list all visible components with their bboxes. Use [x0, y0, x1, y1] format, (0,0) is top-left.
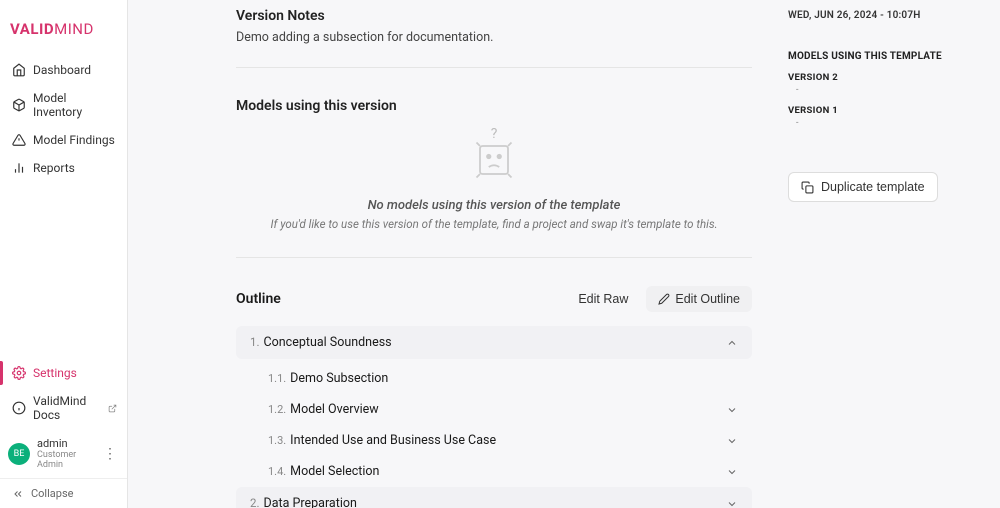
primary-nav: Dashboard Model Inventory Model Findings… — [0, 56, 127, 359]
nav-dashboard-label: Dashboard — [33, 63, 91, 77]
version-2-value: - — [788, 85, 982, 95]
nav-settings[interactable]: Settings — [0, 359, 127, 387]
edit-raw-button[interactable]: Edit Raw — [570, 286, 636, 312]
divider — [236, 257, 752, 258]
right-panel: WED, JUN 26, 2024 - 10:07H MODELS USING … — [782, 0, 1000, 508]
outline-item-data-preparation[interactable]: 2.Data Preparation — [236, 487, 752, 508]
version-notes-title: Version Notes — [236, 0, 752, 24]
chevron-down-icon — [726, 466, 738, 478]
duplicate-template-label: Duplicate template — [821, 180, 925, 194]
nav-docs[interactable]: ValidMind Docs — [0, 387, 127, 429]
version-1-label: VERSION 1 — [788, 105, 982, 116]
sidebar-bottom: Settings ValidMind Docs BE admin Custome… — [0, 359, 127, 508]
empty-state: ? No models using this version of the te… — [236, 114, 752, 235]
content: Version Notes Demo adding a subsection f… — [128, 0, 782, 508]
user-role: Customer Admin — [37, 450, 92, 470]
outline-subitem-model-selection[interactable]: 1.4.Model Selection — [254, 456, 752, 487]
empty-title: No models using this version of the temp… — [368, 198, 621, 213]
empty-state-icon: ? — [466, 132, 522, 188]
chevron-up-icon — [726, 337, 738, 349]
version-1-value: - — [788, 118, 982, 128]
chevron-down-icon — [726, 435, 738, 447]
template-date: WED, JUN 26, 2024 - 10:07H — [788, 10, 982, 21]
edit-outline-label: Edit Outline — [675, 292, 740, 306]
outline-header: Outline Edit Raw Edit Outline — [236, 286, 752, 312]
cube-icon — [12, 98, 26, 112]
chevron-down-icon — [726, 498, 738, 508]
home-icon — [12, 63, 26, 77]
nav-docs-label: ValidMind Docs — [33, 394, 99, 422]
brand-logo: VALIDMIND — [0, 6, 127, 56]
outline-subitem-model-overview[interactable]: 1.2.Model Overview — [254, 394, 752, 425]
user-menu-button[interactable]: ⋮ — [99, 446, 121, 462]
collapse-button[interactable]: Collapse — [0, 478, 127, 508]
collapse-label: Collapse — [31, 487, 73, 500]
nav-settings-label: Settings — [33, 366, 77, 380]
nav-findings[interactable]: Model Findings — [0, 126, 127, 154]
chevron-down-icon — [726, 404, 738, 416]
duplicate-template-button[interactable]: Duplicate template — [788, 172, 938, 202]
nav-reports[interactable]: Reports — [0, 154, 127, 182]
info-icon — [12, 401, 26, 415]
nav-reports-label: Reports — [33, 161, 75, 175]
avatar: BE — [8, 443, 30, 465]
nav-findings-label: Model Findings — [33, 133, 115, 147]
outline-actions: Edit Raw Edit Outline — [570, 286, 752, 312]
sidebar: VALIDMIND Dashboard Model Inventory Mode… — [0, 0, 128, 508]
user-name: admin — [37, 437, 92, 450]
chart-icon — [12, 161, 26, 175]
nav-inventory-label: Model Inventory — [33, 91, 117, 119]
user-row: BE admin Customer Admin ⋮ — [0, 429, 127, 478]
warning-icon — [12, 133, 26, 147]
pencil-icon — [658, 293, 670, 305]
gear-icon — [12, 366, 26, 380]
empty-subtitle: If you'd like to use this version of the… — [270, 217, 717, 231]
outline-subitem-intended-use[interactable]: 1.3.Intended Use and Business Use Case — [254, 425, 752, 456]
version-2-label: VERSION 2 — [788, 72, 982, 83]
models-section-title: Models using this version — [236, 90, 752, 114]
copy-icon — [801, 181, 814, 194]
divider — [236, 67, 752, 68]
edit-outline-button[interactable]: Edit Outline — [646, 286, 752, 312]
outline-subitem-demo-subsection[interactable]: 1.1.Demo Subsection — [254, 363, 752, 394]
outline-title: Outline — [236, 291, 281, 307]
user-text: admin Customer Admin — [37, 437, 92, 470]
models-using-label: MODELS USING THIS TEMPLATE — [788, 51, 982, 62]
nav-inventory[interactable]: Model Inventory — [0, 84, 127, 126]
external-link-icon — [108, 404, 117, 413]
main: Version Notes Demo adding a subsection f… — [128, 0, 1000, 508]
outline-item-conceptual-soundness[interactable]: 1.Conceptual Soundness — [236, 326, 752, 359]
outline-list: 1.Conceptual Soundness 1.1.Demo Subsecti… — [236, 326, 752, 508]
chevron-left-icon — [12, 488, 24, 500]
version-notes-desc: Demo adding a subsection for documentati… — [236, 30, 752, 45]
nav-dashboard[interactable]: Dashboard — [0, 56, 127, 84]
